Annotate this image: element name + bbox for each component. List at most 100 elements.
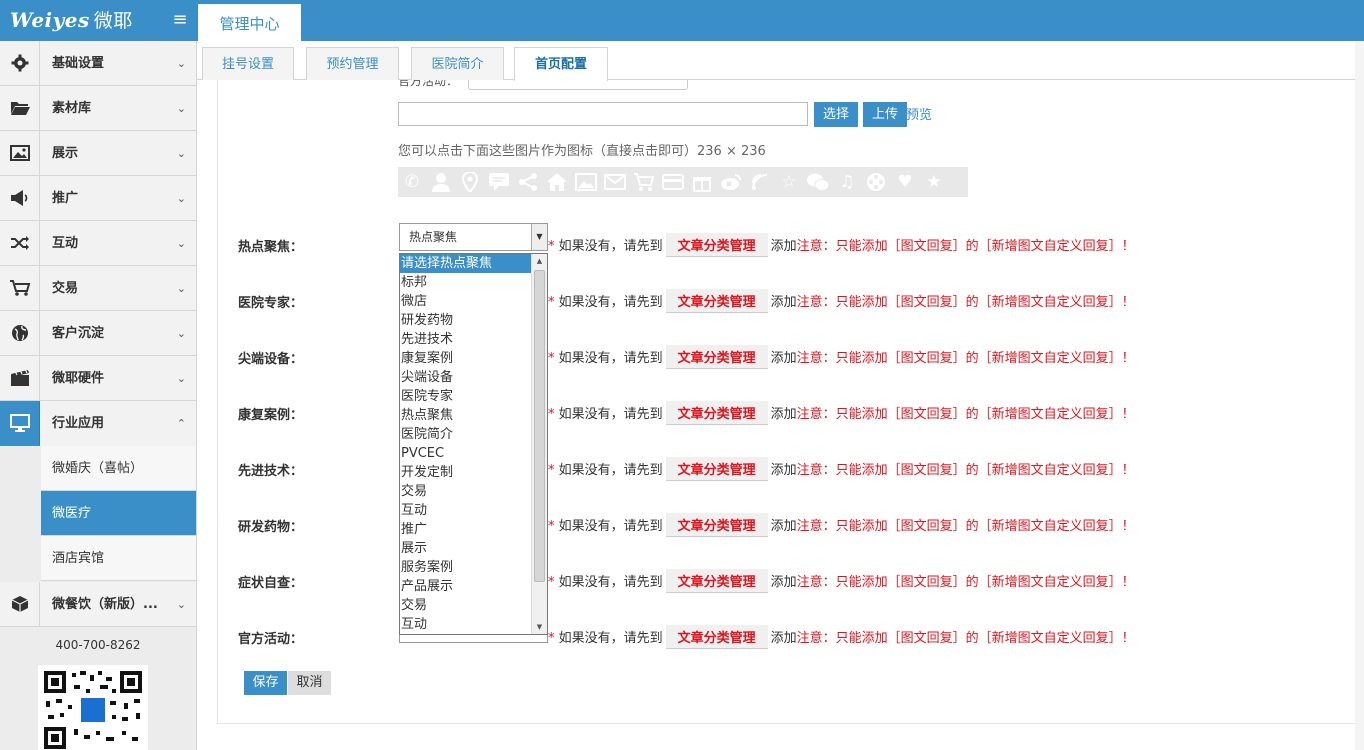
mail-icon[interactable] — [603, 171, 627, 193]
row-note: * 如果没有，请先到 文章分类管理 添加注意：只能添加［图文回复］的［新增图文自定义… — [548, 569, 1135, 593]
share-icon[interactable] — [516, 171, 540, 193]
sidebar-item-catering[interactable]: 微餐饮（新版）... ⌄ — [0, 582, 196, 627]
tab-registration-settings[interactable]: 挂号设置 — [202, 47, 294, 80]
article-category-link[interactable]: 文章分类管理 — [665, 345, 768, 369]
top-bar: Weiyes 微耶 ≡ 管理中心 — [0, 0, 1364, 41]
cut-off-field: 官方活动： — [398, 80, 690, 90]
picture-icon[interactable] — [574, 171, 598, 193]
phone-icon[interactable]: ✆ — [400, 171, 424, 193]
dropdown-option[interactable]: PVCEC — [400, 444, 531, 463]
article-category-link[interactable]: 文章分类管理 — [665, 569, 768, 593]
sidebar-item-interaction[interactable]: 互动 ⌄ — [0, 221, 196, 266]
sidebar-subitem-wedding[interactable]: 微婚庆（喜帖） — [41, 446, 196, 491]
sidebar-item-hardware[interactable]: 微耶硬件 ⌄ — [0, 356, 196, 401]
image-url-input[interactable] — [398, 102, 808, 126]
dropdown-option[interactable]: 请选择热点聚焦 — [400, 254, 531, 273]
weibo-icon[interactable] — [719, 171, 743, 193]
icon-hint: 您可以点击下面这些图片作为图标（直接点击即可）236 × 236 — [398, 144, 766, 159]
dropdown-option[interactable]: 康复案例 — [400, 349, 531, 368]
chevron-down-icon: ⌄ — [176, 282, 186, 295]
star-icon[interactable]: ★ — [922, 171, 946, 193]
icon-picker: ✆ ☆ ♫ ♥ ★ — [398, 167, 968, 197]
heart-icon[interactable]: ♥ — [893, 171, 917, 193]
comment-icon[interactable] — [487, 171, 511, 193]
dropdown-option[interactable]: 交易 — [400, 596, 531, 615]
sidebar-item-basic-settings[interactable]: 基础设置 ⌄ — [0, 41, 196, 86]
scroll-down-icon[interactable]: ▼ — [532, 620, 547, 634]
sidebar-item-customers[interactable]: 客户沉淀 ⌄ — [0, 311, 196, 356]
choose-button[interactable]: 选择 — [814, 102, 858, 127]
article-category-link[interactable]: 文章分类管理 — [665, 289, 768, 313]
article-category-link[interactable]: 文章分类管理 — [665, 457, 768, 481]
dropdown-option[interactable]: 热点聚焦 — [400, 406, 531, 425]
sidebar-subitem-medical[interactable]: 微医疗 — [41, 491, 196, 536]
card-icon[interactable] — [661, 171, 685, 193]
user-icon[interactable] — [429, 171, 453, 193]
row-note: * 如果没有，请先到 文章分类管理 添加注意：只能添加［图文回复］的［新增图文自定义… — [548, 625, 1135, 649]
support-phone: 400-700-8262 — [55, 638, 141, 652]
sidebar-item-promotion[interactable]: 推广 ⌄ — [0, 176, 196, 221]
row-label-advanced-tech: 先进技术： — [238, 464, 304, 479]
dropdown-option[interactable]: 研发药物 — [400, 311, 531, 330]
music-icon[interactable]: ♫ — [835, 171, 859, 193]
gift-icon[interactable] — [690, 171, 714, 193]
home-icon[interactable] — [545, 171, 569, 193]
sidebar-item-materials[interactable]: 素材库 ⌄ — [0, 86, 196, 131]
dropdown-option[interactable]: 微店 — [400, 292, 531, 311]
tab-hospital-intro[interactable]: 医院简介 — [411, 47, 504, 80]
dropdown-arrow-icon: ▼ — [531, 224, 547, 250]
hot-focus-dropdown-list[interactable]: 请选择热点聚焦 标邦 微店 研发药物 先进技术 康复案例 尖端设备 医院专家 热点聚焦 医院简介 P… — [399, 253, 548, 635]
preview-link[interactable]: 预览 — [906, 104, 932, 123]
row-note: * 如果没有，请先到 文章分类管理 添加注意：只能添加［图文回复］的［新增图文自定义… — [548, 457, 1135, 481]
dropdown-option[interactable]: 服务案例 — [400, 558, 531, 577]
location-icon[interactable] — [458, 171, 482, 193]
dropdown-option[interactable]: 交易 — [400, 482, 531, 501]
scroll-up-icon[interactable]: ▲ — [532, 254, 547, 268]
sidebar-item-industry[interactable]: 行业应用 ⌃ — [0, 401, 196, 446]
article-category-link[interactable]: 文章分类管理 — [665, 625, 768, 649]
article-category-link[interactable]: 文章分类管理 — [665, 513, 768, 537]
dropdown-option[interactable]: 医院专家 — [400, 387, 531, 406]
tab-management-center[interactable]: 管理中心 — [198, 4, 301, 41]
tab-appointment-management[interactable]: 预约管理 — [306, 47, 399, 80]
film-icon — [0, 356, 40, 400]
sidebar-item-trade[interactable]: 交易 ⌄ — [0, 266, 196, 311]
cancel-button[interactable]: 取消 — [288, 671, 331, 695]
row-note: * 如果没有，请先到 文章分类管理 添加注意：只能添加［图文回复］的［新增图文自定义… — [548, 233, 1135, 257]
qr-code — [38, 665, 148, 750]
upload-button[interactable]: 上传 — [863, 102, 907, 127]
dropdown-option[interactable]: 尖端设备 — [400, 368, 531, 387]
chevron-down-icon: ⌄ — [176, 102, 186, 115]
sidebar-subitem-hotel[interactable]: 酒店宾馆 — [41, 536, 196, 581]
scrollbar-thumb[interactable] — [534, 270, 545, 582]
activity-input[interactable] — [468, 80, 688, 90]
star-outline-icon[interactable]: ☆ — [777, 171, 801, 193]
sidebar-item-display[interactable]: 展示 ⌄ — [0, 131, 196, 176]
dropdown-option[interactable]: 先进技术 — [400, 330, 531, 349]
page-scrollbar[interactable] — [1355, 41, 1364, 750]
dropdown-scrollbar[interactable]: ▲ ▼ — [531, 254, 547, 634]
cart-icon[interactable] — [632, 171, 656, 193]
dropdown-option[interactable]: 推广 — [400, 520, 531, 539]
chevron-down-icon: ⌄ — [176, 57, 186, 70]
folder-icon — [0, 86, 40, 130]
tab-homepage-config[interactable]: 首页配置 — [514, 47, 608, 81]
wechat-icon[interactable] — [806, 171, 830, 193]
sidebar: 基础设置 ⌄ 素材库 ⌄ 展示 ⌄ 推广 ⌄ 互动 ⌄ 交易 ⌄ 客户沉淀 ⌄ 微耶硬件 ⌄ 行… — [0, 41, 197, 750]
chevron-up-icon: ⌃ — [176, 417, 186, 430]
chevron-down-icon: ⌄ — [176, 192, 186, 205]
dropdown-option[interactable]: 互动 — [400, 501, 531, 520]
article-category-link[interactable]: 文章分类管理 — [665, 233, 768, 257]
wifi-icon[interactable] — [748, 171, 772, 193]
article-category-link[interactable]: 文章分类管理 — [665, 401, 768, 425]
menu-icon[interactable]: ≡ — [170, 10, 190, 30]
dropdown-option[interactable]: 标邦 — [400, 273, 531, 292]
dropdown-option[interactable]: 展示 — [400, 539, 531, 558]
save-button[interactable]: 保存 — [244, 671, 287, 695]
dropdown-option[interactable]: 产品展示 — [400, 577, 531, 596]
dropdown-option[interactable]: 开发定制 — [400, 463, 531, 482]
dropdown-option[interactable]: 互动 — [400, 615, 531, 634]
dropdown-option[interactable]: 医院简介 — [400, 425, 531, 444]
reel-icon[interactable] — [864, 171, 888, 193]
hot-focus-select[interactable]: 热点聚焦 ▼ — [399, 223, 548, 251]
